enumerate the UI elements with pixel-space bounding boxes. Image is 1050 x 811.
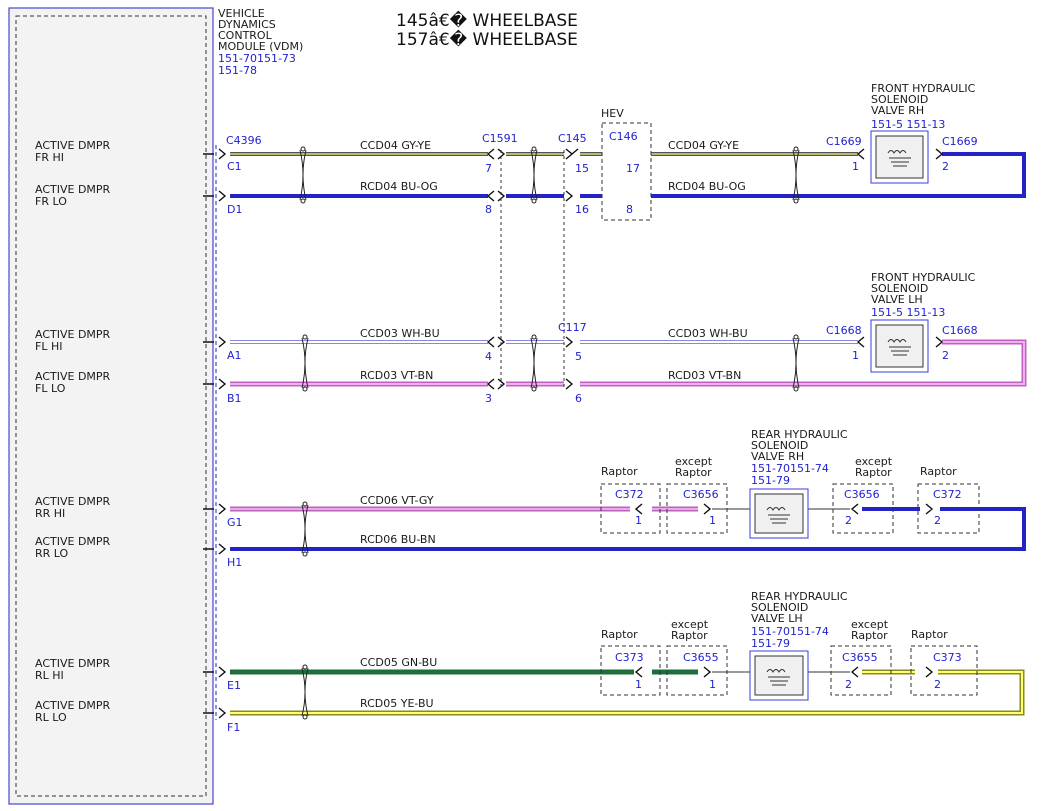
pin-g1: G1: [227, 516, 243, 529]
c1591-pin-4: 4: [485, 350, 492, 363]
c373-right-pin: 2: [934, 678, 941, 691]
c373-left-variant: Raptor: [601, 628, 638, 641]
vdm-module: [8, 7, 217, 805]
c3655-right-name: C3655: [842, 651, 878, 664]
front-rh-refs: 151-5 151-13: [871, 118, 945, 131]
port-rr-lo-l2: RR LO: [35, 547, 69, 560]
c3656-right-pin: 2: [845, 514, 852, 527]
circuit-fr-lo-right: RCD04 BU-OG: [668, 180, 746, 193]
front-lh-line3: VALVE LH: [871, 293, 923, 306]
twist-dots: [300, 146, 799, 720]
c373-left-pin: 1: [635, 678, 642, 691]
c117-pin-5: 5: [575, 350, 582, 363]
module-ref-2: 151-78: [218, 64, 257, 77]
front-lh-pin1: 1: [852, 349, 859, 362]
c146-name: C146: [609, 130, 638, 143]
circuit-fl-lo-left: RCD03 VT-BN: [360, 369, 433, 382]
c146-pin-17: 17: [626, 162, 640, 175]
front-rh-conn-in: C1669: [826, 135, 862, 148]
circuit-rr-lo: RCD06 BU-BN: [360, 533, 436, 546]
front-rh-pin2: 2: [942, 160, 949, 173]
wire-rl-lo: [230, 669, 1025, 716]
rear-lh-solenoid-icon: [749, 650, 809, 701]
c3656-right-variant-b: Raptor: [855, 466, 892, 479]
port-fl-hi-l2: FL HI: [35, 340, 62, 353]
circuit-rl-lo: RCD05 YE-BU: [360, 697, 434, 710]
pin-f1: F1: [227, 721, 240, 734]
circuit-fr-lo-left: RCD04 BU-OG: [360, 180, 438, 193]
circuit-rr-hi: CCD06 VT-GY: [360, 494, 434, 507]
c3656-left-pin: 1: [709, 514, 716, 527]
c3655-right-pin: 2: [845, 678, 852, 691]
c3656-left-variant-b: Raptor: [675, 466, 712, 479]
c145-pin-15: 15: [575, 162, 589, 175]
c146-pin-8: 8: [626, 203, 633, 216]
front-lh-pin2: 2: [942, 349, 949, 362]
wheelbase-title-2: 157â€� WHEELBASE: [396, 29, 578, 50]
port-fr-lo-l2: FR LO: [35, 195, 67, 208]
circuit-fl-hi-left: CCD03 WH-BU: [360, 327, 440, 340]
c372-left-name: C372: [615, 488, 644, 501]
pin-h1: H1: [227, 556, 242, 569]
front-lh-refs: 151-5 151-13: [871, 306, 945, 319]
front-rh-solenoid-icon: [870, 130, 929, 184]
port-fr-hi-l2: FR HI: [35, 151, 64, 164]
c3655-left-variant-b: Raptor: [671, 629, 708, 642]
twist-markers: [299, 149, 800, 717]
circuit-fr-hi-left: CCD04 GY-YE: [360, 139, 431, 152]
module-connector: C4396: [226, 134, 262, 147]
wiring-diagram: 145â€� WHEELBASE 157â€� WHEELBASE VEHICL…: [8, 7, 1027, 805]
rear-lh-ref2: 151-79: [751, 637, 790, 650]
c117-name: C117: [558, 321, 587, 334]
wheelbase-title-1: 145â€� WHEELBASE: [396, 10, 578, 31]
c3655-right-variant-b: Raptor: [851, 629, 888, 642]
c145-pin-16: 16: [575, 203, 589, 216]
pin-b1: B1: [227, 392, 242, 405]
c145-name: C145: [558, 132, 587, 145]
port-rr-hi-l2: RR HI: [35, 507, 65, 520]
front-lh-solenoid-icon: [870, 319, 929, 373]
front-rh-pin1: 1: [852, 160, 859, 173]
c373-left-name: C373: [615, 651, 644, 664]
c3656-right-name: C3656: [844, 488, 880, 501]
front-lh-conn-in: C1668: [826, 324, 862, 337]
circuit-fl-lo-right: RCD03 VT-BN: [668, 369, 741, 382]
c117-pin-6: 6: [575, 392, 582, 405]
front-lh-conn-out: C1668: [942, 324, 978, 337]
pin-d1: D1: [227, 203, 242, 216]
wire-rr-lo: [230, 507, 1026, 551]
port-rl-lo-l2: RL LO: [35, 711, 67, 724]
c3655-left-name: C3655: [683, 651, 719, 664]
rear-lh-line3: VALVE LH: [751, 612, 803, 625]
circuit-rl-hi: CCD05 GN-BU: [360, 656, 437, 669]
c372-left-pin: 1: [635, 514, 642, 527]
c3655-left-pin: 1: [709, 678, 716, 691]
hev-label: HEV: [601, 107, 624, 120]
c372-right-variant: Raptor: [920, 465, 957, 478]
pin-a1: A1: [227, 349, 242, 362]
front-rh-line3: VALVE RH: [871, 104, 924, 117]
circuit-fl-hi-right: CCD03 WH-BU: [668, 327, 748, 340]
c372-left-variant: Raptor: [601, 465, 638, 478]
rear-rh-solenoid-icon: [749, 488, 809, 539]
c1591-pin-8: 8: [485, 203, 492, 216]
c1591-name: C1591: [482, 132, 518, 145]
pin-c1: C1: [227, 160, 242, 173]
c372-right-pin: 2: [934, 514, 941, 527]
c1591-pin-7: 7: [485, 162, 492, 175]
pin-e1: E1: [227, 679, 241, 692]
c1591-pin-3: 3: [485, 392, 492, 405]
rear-rh-ref2: 151-79: [751, 474, 790, 487]
c373-right-name: C373: [933, 651, 962, 664]
c3656-left-name: C3656: [683, 488, 719, 501]
circuit-fr-hi-right: CCD04 GY-YE: [668, 139, 739, 152]
front-rh-conn-out: C1669: [942, 135, 978, 148]
port-fl-lo-l2: FL LO: [35, 382, 66, 395]
c372-right-name: C372: [933, 488, 962, 501]
port-rl-hi-l2: RL HI: [35, 669, 64, 682]
c373-right-variant: Raptor: [911, 628, 948, 641]
